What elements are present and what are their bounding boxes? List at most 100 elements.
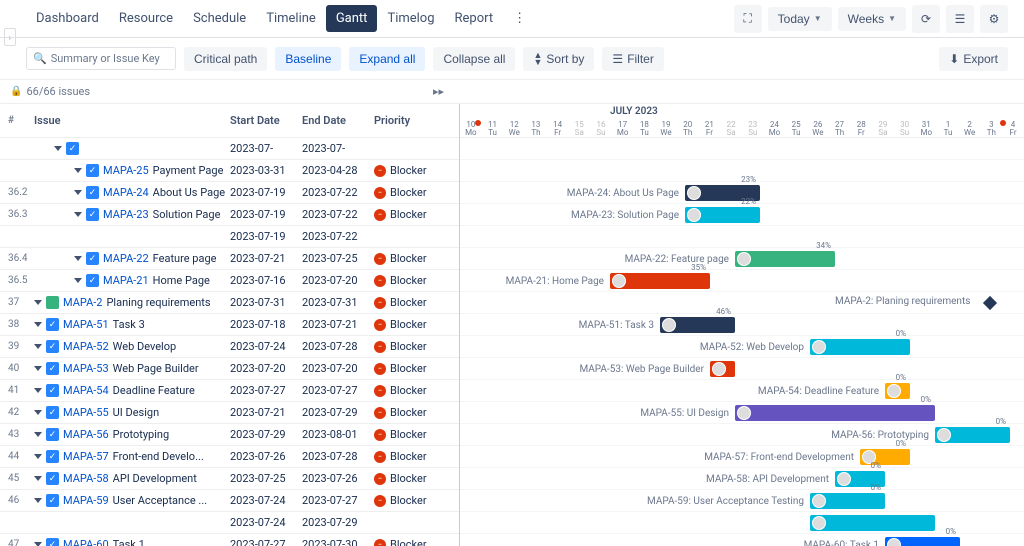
- gantt-bar[interactable]: MAPA-54: Deadline Feature0%: [885, 383, 910, 399]
- table-row[interactable]: 2023-07-242023-07-29: [0, 512, 459, 534]
- expand-icon[interactable]: [34, 344, 42, 349]
- table-row[interactable]: 47✓MAPA-60Task 12023-07-272023-07-30−Blo…: [0, 534, 459, 546]
- refresh-button[interactable]: ⟳: [912, 5, 940, 33]
- gantt-row[interactable]: MAPA-53: Web Page Builder: [460, 358, 1024, 380]
- expand-icon[interactable]: [74, 212, 82, 217]
- issue-key[interactable]: MAPA-58: [63, 472, 109, 485]
- col-header-issue[interactable]: Issue: [34, 114, 230, 127]
- table-row[interactable]: 38✓MAPA-51Task 32023-07-182023-07-21−Blo…: [0, 314, 459, 336]
- gantt-row[interactable]: MAPA-54: Deadline Feature0%: [460, 380, 1024, 402]
- sliders-button[interactable]: ☰: [946, 5, 974, 33]
- sort-button[interactable]: ▲▼ Sort by: [523, 47, 594, 71]
- col-header-prio[interactable]: Priority: [374, 114, 454, 127]
- gantt-row[interactable]: [460, 512, 1024, 534]
- tab-gantt[interactable]: Gantt: [326, 5, 378, 32]
- milestone-diamond[interactable]: [983, 296, 997, 310]
- issue-key[interactable]: MAPA-24: [103, 186, 149, 199]
- gantt-row[interactable]: MAPA-51: Task 346%: [460, 314, 1024, 336]
- table-row[interactable]: 45✓MAPA-58API Development2023-07-252023-…: [0, 468, 459, 490]
- gantt-row[interactable]: [460, 226, 1024, 248]
- table-row[interactable]: 36.5✓MAPA-21Home Page2023-07-162023-07-2…: [0, 270, 459, 292]
- gantt-bar[interactable]: MAPA-60: Task 10%: [885, 537, 960, 546]
- expand-icon[interactable]: [34, 300, 42, 305]
- expand-icon[interactable]: [34, 542, 42, 546]
- gantt-row[interactable]: MAPA-52: Web Develop0%: [460, 336, 1024, 358]
- expand-icon[interactable]: [34, 454, 42, 459]
- gantt-row[interactable]: MAPA-60: Task 10%: [460, 534, 1024, 546]
- gantt-row[interactable]: MAPA-59: User Acceptance Testing0%: [460, 490, 1024, 512]
- table-row[interactable]: ✓2023-07-2023-07-: [0, 138, 459, 160]
- filter-button[interactable]: ☰ Filter: [602, 47, 663, 71]
- expand-icon[interactable]: [74, 168, 82, 173]
- gantt-row[interactable]: MAPA-55: UI Design0%: [460, 402, 1024, 424]
- export-button[interactable]: ⬇ Export: [939, 47, 1008, 71]
- settings-button[interactable]: ⚙: [980, 5, 1008, 33]
- expand-icon[interactable]: [34, 322, 42, 327]
- table-row[interactable]: 41✓MAPA-54Deadline Feature2023-07-272023…: [0, 380, 459, 402]
- table-row[interactable]: 36.2✓MAPA-24About Us Page2023-07-192023-…: [0, 182, 459, 204]
- gantt-bar[interactable]: MAPA-51: Task 346%: [660, 317, 735, 333]
- gantt-bar[interactable]: MAPA-55: UI Design0%: [735, 405, 935, 421]
- gantt-row[interactable]: MAPA-56: Prototyping0%: [460, 424, 1024, 446]
- gantt-bar[interactable]: MAPA-22: Feature page34%: [735, 251, 835, 267]
- gantt-bar[interactable]: [810, 515, 935, 531]
- gantt-row[interactable]: MAPA-23: Solution Page22%: [460, 204, 1024, 226]
- gantt-bar[interactable]: MAPA-59: User Acceptance Testing0%: [810, 493, 885, 509]
- issue-key[interactable]: MAPA-22: [103, 252, 149, 265]
- gantt-row[interactable]: MAPA-21: Home Page35%: [460, 270, 1024, 292]
- today-button[interactable]: Today ▼: [768, 7, 832, 31]
- gantt-bar[interactable]: MAPA-23: Solution Page22%: [685, 207, 760, 223]
- weeks-button[interactable]: Weeks ▼: [838, 7, 906, 31]
- expand-icon[interactable]: [74, 190, 82, 195]
- gantt-bar[interactable]: MAPA-57: Front-end Development0%: [860, 449, 910, 465]
- tab-resource[interactable]: Resource: [109, 5, 183, 32]
- baseline-button[interactable]: Baseline: [275, 47, 341, 71]
- issue-key[interactable]: MAPA-21: [103, 274, 149, 287]
- issue-key[interactable]: MAPA-60: [63, 538, 109, 546]
- tab-timeline[interactable]: Timeline: [256, 5, 326, 32]
- gantt-row[interactable]: MAPA-2: Planing requirements: [460, 292, 1024, 314]
- expand-icon[interactable]: [74, 256, 82, 261]
- expand-icon[interactable]: [54, 146, 62, 151]
- issue-key[interactable]: MAPA-54: [63, 384, 109, 397]
- tab-schedule[interactable]: Schedule: [183, 5, 256, 32]
- issue-key[interactable]: MAPA-25: [103, 164, 149, 177]
- expand-icon[interactable]: [74, 278, 82, 283]
- issue-key[interactable]: MAPA-59: [63, 494, 109, 507]
- col-header-start[interactable]: Start Date: [230, 114, 302, 127]
- gantt-chart[interactable]: JULY 2023 10Mo11Tu12We13Th14Fr15Sa16Su17…: [460, 104, 1024, 546]
- issue-key[interactable]: MAPA-57: [63, 450, 109, 463]
- table-row[interactable]: 36.4✓MAPA-22Feature page2023-07-212023-0…: [0, 248, 459, 270]
- collapse-panel-icon[interactable]: ▸▸: [433, 85, 444, 98]
- table-row[interactable]: 39✓MAPA-52Web Develop2023-07-242023-07-2…: [0, 336, 459, 358]
- gantt-bar[interactable]: MAPA-21: Home Page35%: [610, 273, 710, 289]
- issue-key[interactable]: MAPA-52: [63, 340, 109, 353]
- expand-icon[interactable]: [34, 476, 42, 481]
- gantt-row[interactable]: MAPA-58: API Development0%: [460, 468, 1024, 490]
- tab-dashboard[interactable]: Dashboard: [26, 5, 109, 32]
- expand-icon[interactable]: [34, 366, 42, 371]
- expand-icon[interactable]: [34, 410, 42, 415]
- table-row[interactable]: 37MAPA-2Planing requirements2023-07-3120…: [0, 292, 459, 314]
- table-row[interactable]: 46✓MAPA-59User Acceptance ...2023-07-242…: [0, 490, 459, 512]
- table-row[interactable]: 36.3✓MAPA-23Solution Page2023-07-192023-…: [0, 204, 459, 226]
- expand-all-button[interactable]: Expand all: [349, 47, 425, 71]
- gantt-row[interactable]: MAPA-57: Front-end Development0%: [460, 446, 1024, 468]
- issue-key[interactable]: MAPA-23: [103, 208, 149, 221]
- gantt-bar[interactable]: MAPA-56: Prototyping0%: [935, 427, 1010, 443]
- issue-key[interactable]: MAPA-55: [63, 406, 109, 419]
- col-header-end[interactable]: End Date: [302, 114, 374, 127]
- table-row[interactable]: 43✓MAPA-56Prototyping2023-07-292023-08-0…: [0, 424, 459, 446]
- issue-key[interactable]: MAPA-51: [63, 318, 109, 331]
- issue-key[interactable]: MAPA-53: [63, 362, 109, 375]
- critical-path-button[interactable]: Critical path: [184, 47, 267, 71]
- table-row[interactable]: 40✓MAPA-53Web Page Builder2023-07-202023…: [0, 358, 459, 380]
- search-input[interactable]: 🔍Summary or Issue Key: [26, 47, 176, 70]
- issue-key[interactable]: MAPA-2: [63, 296, 102, 309]
- issue-key[interactable]: MAPA-56: [63, 428, 109, 441]
- collapse-all-button[interactable]: Collapse all: [433, 47, 515, 71]
- expand-icon[interactable]: [34, 498, 42, 503]
- expand-icon[interactable]: [34, 432, 42, 437]
- gantt-row[interactable]: MAPA-22: Feature page34%: [460, 248, 1024, 270]
- tab-more[interactable]: ⋮: [503, 5, 536, 32]
